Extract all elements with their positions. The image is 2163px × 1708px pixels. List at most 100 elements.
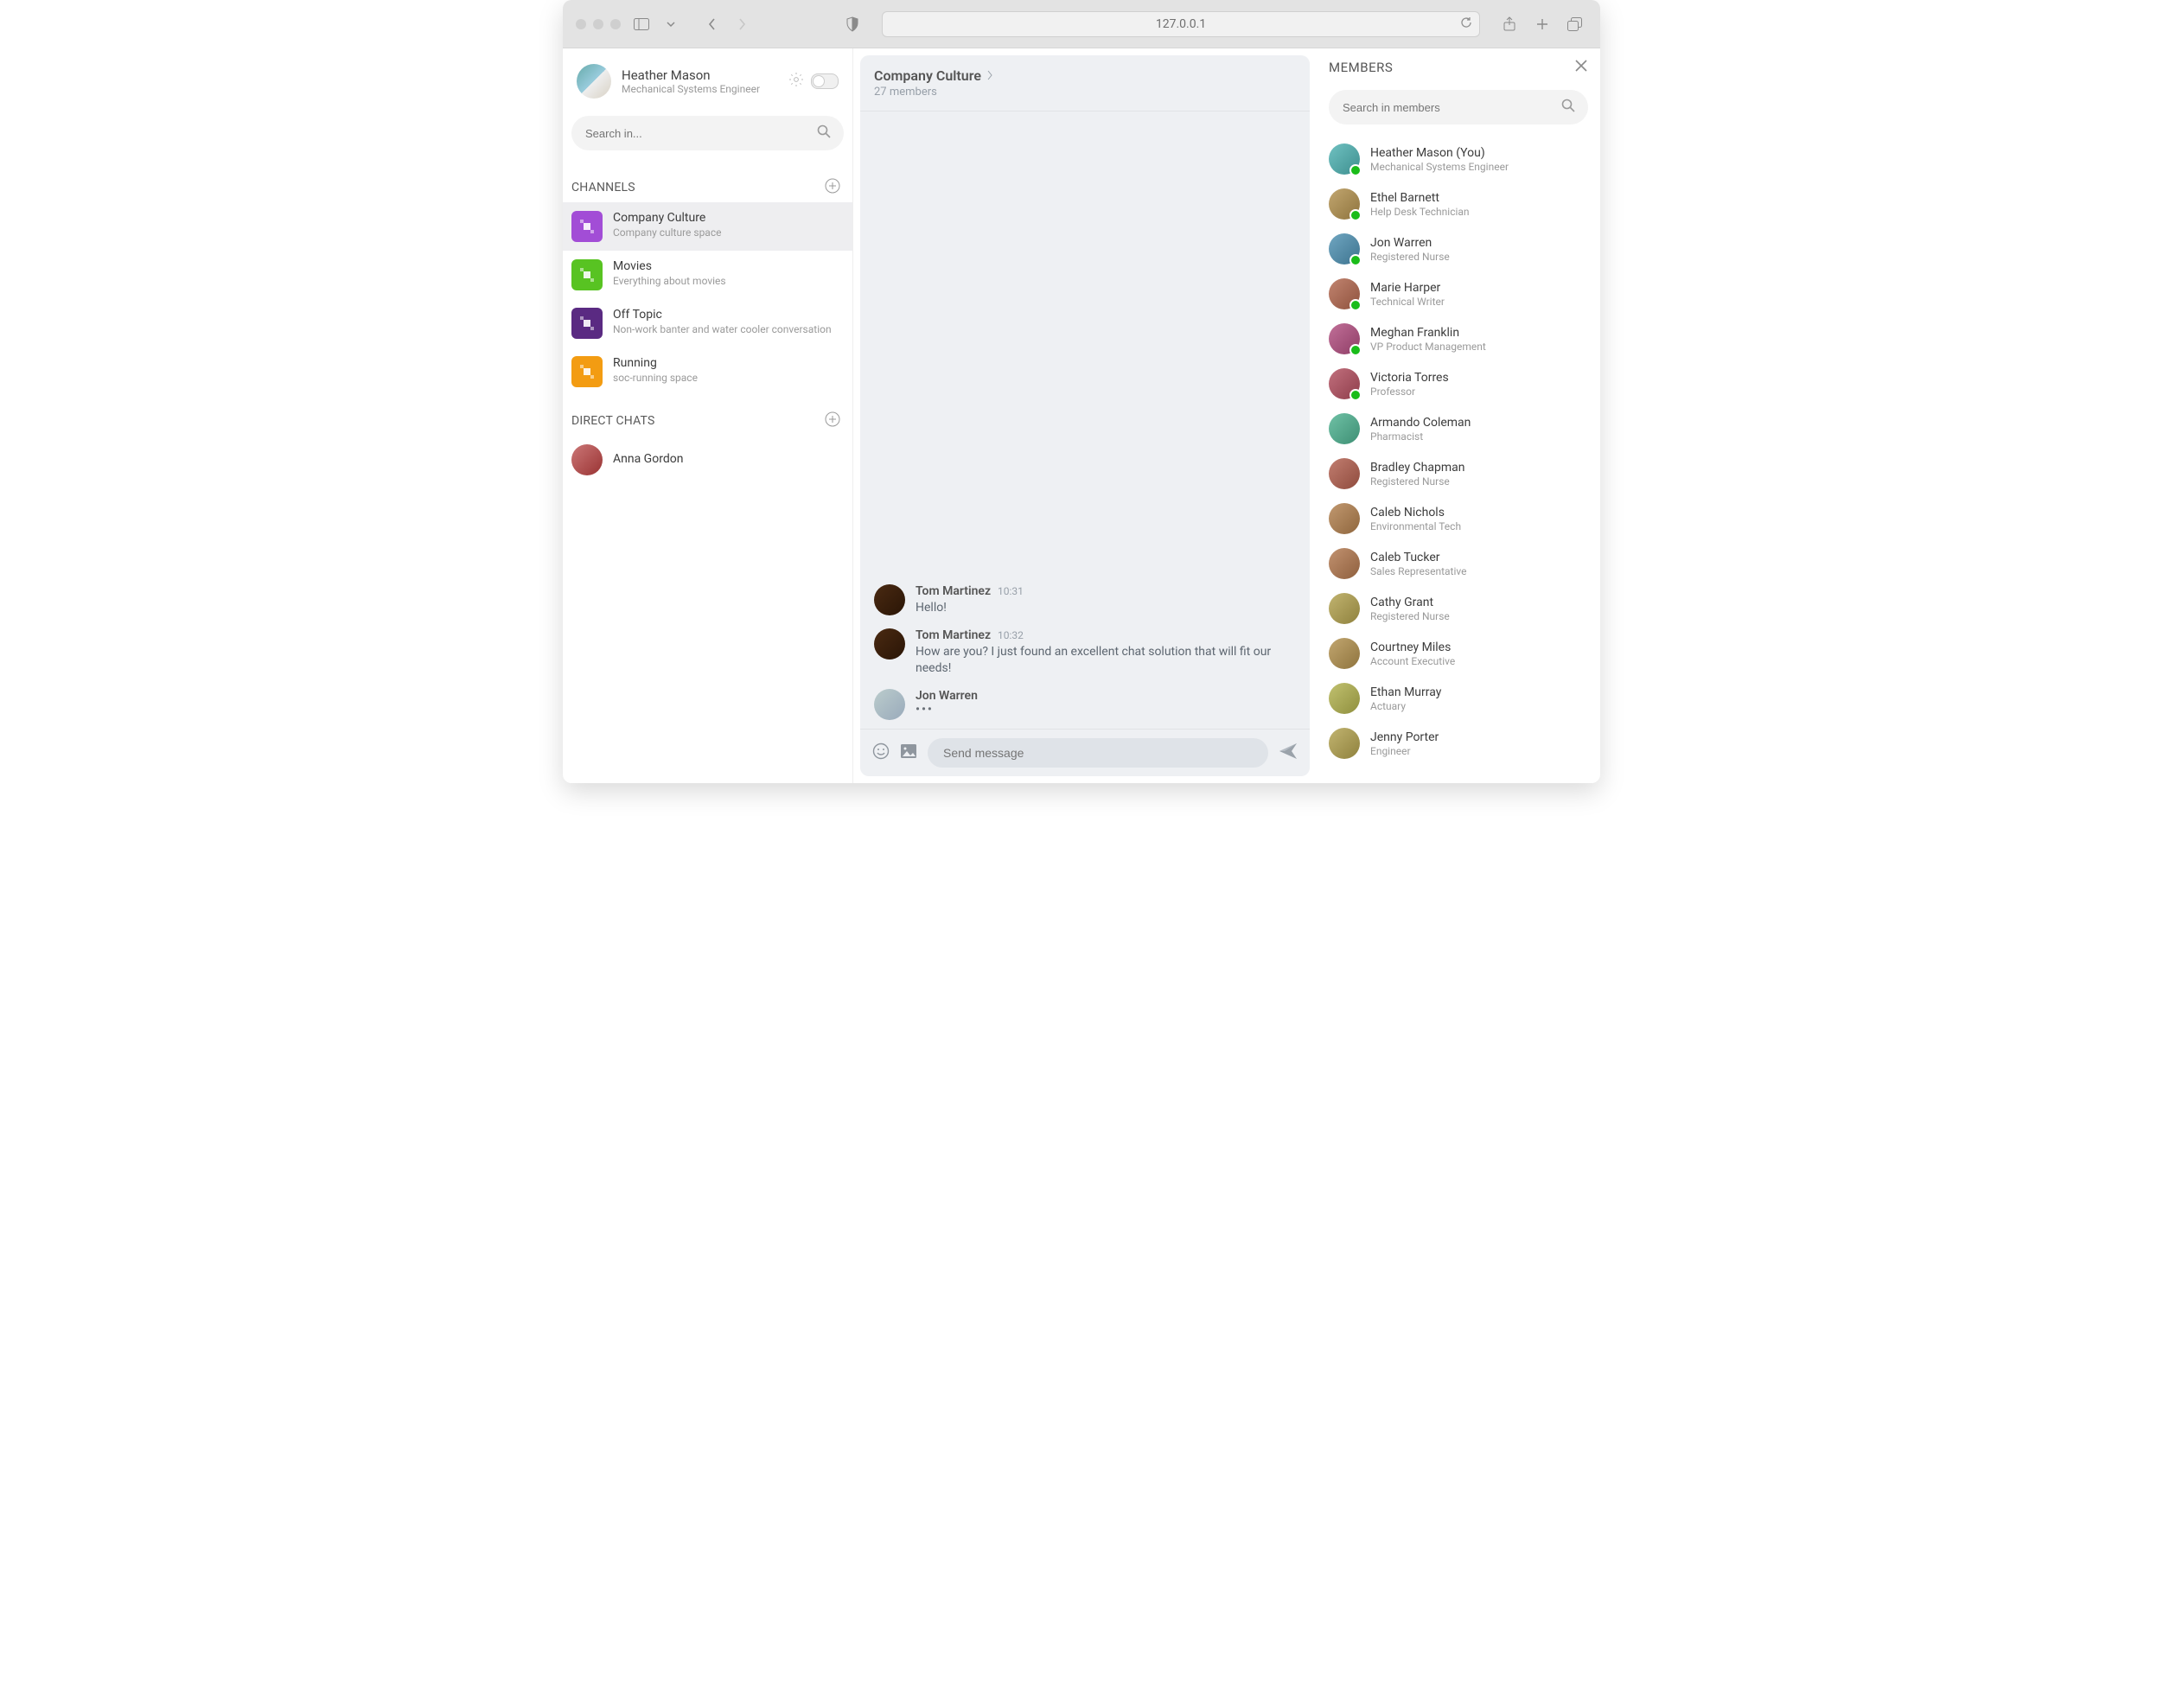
message-input-wrap[interactable] <box>928 738 1268 768</box>
presence-dot <box>1349 254 1362 266</box>
user-role: Mechanical Systems Engineer <box>622 83 760 95</box>
member-role: Environmental Tech <box>1370 520 1461 532</box>
channel-subtitle: Company culture space <box>613 226 721 239</box>
search-input[interactable] <box>584 126 816 141</box>
member-role: Actuary <box>1370 700 1441 712</box>
channel-item[interactable]: MoviesEverything about movies <box>563 251 852 299</box>
member-name: Armando Coleman <box>1370 416 1471 430</box>
user-name: Heather Mason <box>622 67 760 83</box>
tabs-icon[interactable] <box>1563 12 1587 36</box>
member-name: Meghan Franklin <box>1370 326 1486 340</box>
channels-label: CHANNELS <box>571 181 635 194</box>
send-icon[interactable] <box>1279 742 1298 763</box>
member-list[interactable]: Heather Mason (You)Mechanical Systems En… <box>1329 137 1588 773</box>
member-item[interactable]: Ethel BarnettHelp Desk Technician <box>1329 182 1585 226</box>
emoji-icon[interactable] <box>872 742 890 763</box>
zoom-dot[interactable] <box>610 19 621 29</box>
chevron-right-icon[interactable] <box>986 67 993 84</box>
avatar <box>1329 233 1360 264</box>
avatar <box>1329 548 1360 579</box>
member-name: Marie Harper <box>1370 281 1445 295</box>
forward-icon[interactable] <box>730 12 754 36</box>
channel-icon <box>571 259 603 290</box>
search-icon[interactable] <box>816 124 832 143</box>
reload-icon[interactable] <box>1460 16 1472 32</box>
member-item[interactable]: Bradley ChapmanRegistered Nurse <box>1329 451 1585 496</box>
sidebar-search[interactable] <box>571 116 844 150</box>
chat-title: Company Culture <box>874 67 981 84</box>
member-role: Technical Writer <box>1370 296 1445 308</box>
avatar <box>874 584 905 615</box>
message: Tom Martinez10:31Hello! <box>874 584 1296 616</box>
avatar <box>1329 728 1360 759</box>
members-panel: MEMBERS Heather Mason (You)Mechanical Sy… <box>1317 48 1600 783</box>
image-icon[interactable] <box>900 743 917 762</box>
member-role: Registered Nurse <box>1370 610 1450 622</box>
window-controls[interactable] <box>576 19 621 29</box>
search-icon[interactable] <box>1560 98 1576 117</box>
member-item[interactable]: Armando ColemanPharmacist <box>1329 406 1585 451</box>
direct-chats-header: DIRECT CHATS <box>563 396 852 436</box>
member-item[interactable]: Caleb TuckerSales Representative <box>1329 541 1585 586</box>
user-avatar[interactable] <box>577 64 611 99</box>
back-icon[interactable] <box>700 12 724 36</box>
address-bar[interactable]: 127.0.0.1 <box>882 11 1480 37</box>
profile-block[interactable]: Heather Mason Mechanical Systems Enginee… <box>563 59 852 104</box>
message-author: Jon Warren <box>916 689 978 703</box>
member-role: VP Product Management <box>1370 341 1486 353</box>
channel-list: Company CultureCompany culture spaceMovi… <box>563 202 852 396</box>
member-name: Heather Mason (You) <box>1370 146 1509 160</box>
chat-pane: Company Culture 27 members Tom Martinez1… <box>860 55 1310 776</box>
member-name: Caleb Tucker <box>1370 551 1467 564</box>
member-item[interactable]: Meghan FranklinVP Product Management <box>1329 316 1585 361</box>
channel-item[interactable]: Company CultureCompany culture space <box>563 202 852 251</box>
member-name: Jenny Porter <box>1370 730 1439 744</box>
channel-item[interactable]: Runningsoc-running space <box>563 347 852 396</box>
member-name: Bradley Chapman <box>1370 461 1464 475</box>
chat-header: Company Culture 27 members <box>860 55 1310 112</box>
member-name: Ethan Murray <box>1370 685 1441 699</box>
plus-icon[interactable] <box>1530 12 1554 36</box>
presence-toggle[interactable] <box>811 73 839 89</box>
message-time: 10:32 <box>998 629 1024 641</box>
titlebar: 127.0.0.1 <box>563 0 1600 48</box>
message-input[interactable] <box>941 745 1254 761</box>
member-item[interactable]: Caleb NicholsEnvironmental Tech <box>1329 496 1585 541</box>
dm-name: Anna Gordon <box>613 452 683 466</box>
dm-item[interactable]: Anna Gordon <box>563 436 852 484</box>
member-item[interactable]: Marie HarperTechnical Writer <box>1329 271 1585 316</box>
close-icon[interactable] <box>1574 59 1588 76</box>
member-role: Sales Representative <box>1370 565 1467 577</box>
member-name: Courtney Miles <box>1370 640 1455 654</box>
channel-subtitle: soc-running space <box>613 372 698 384</box>
gear-icon[interactable] <box>788 72 804 91</box>
member-item[interactable]: Ethan MurrayActuary <box>1329 676 1585 721</box>
member-name: Victoria Torres <box>1370 371 1449 385</box>
shield-icon[interactable] <box>840 12 865 36</box>
message-text: How are you? I just found an excellent c… <box>916 644 1296 677</box>
channel-icon <box>571 308 603 339</box>
sidebar-icon[interactable] <box>629 12 654 36</box>
add-dm-icon[interactable] <box>825 411 840 430</box>
member-item[interactable]: Jenny PorterEngineer <box>1329 721 1585 766</box>
avatar <box>1329 188 1360 220</box>
avatar <box>571 444 603 475</box>
close-dot[interactable] <box>576 19 586 29</box>
nav-arrows <box>700 12 754 36</box>
member-name: Ethel Barnett <box>1370 191 1470 205</box>
member-item[interactable]: Cathy GrantRegistered Nurse <box>1329 586 1585 631</box>
members-search-input[interactable] <box>1341 100 1560 115</box>
add-channel-icon[interactable] <box>825 178 840 197</box>
chevron-down-icon[interactable] <box>659 12 683 36</box>
members-search[interactable] <box>1329 90 1588 124</box>
member-item[interactable]: Heather Mason (You)Mechanical Systems En… <box>1329 137 1585 182</box>
channel-item[interactable]: Off TopicNon-work banter and water coole… <box>563 299 852 347</box>
share-icon[interactable] <box>1497 12 1522 36</box>
minimize-dot[interactable] <box>593 19 603 29</box>
member-item[interactable]: Courtney MilesAccount Executive <box>1329 631 1585 676</box>
browser-window: 127.0.0.1 Heather Mason Mechanical Syste… <box>563 0 1600 783</box>
member-role: Mechanical Systems Engineer <box>1370 161 1509 173</box>
member-role: Engineer <box>1370 745 1439 757</box>
member-item[interactable]: Jon WarrenRegistered Nurse <box>1329 226 1585 271</box>
member-item[interactable]: Victoria TorresProfessor <box>1329 361 1585 406</box>
